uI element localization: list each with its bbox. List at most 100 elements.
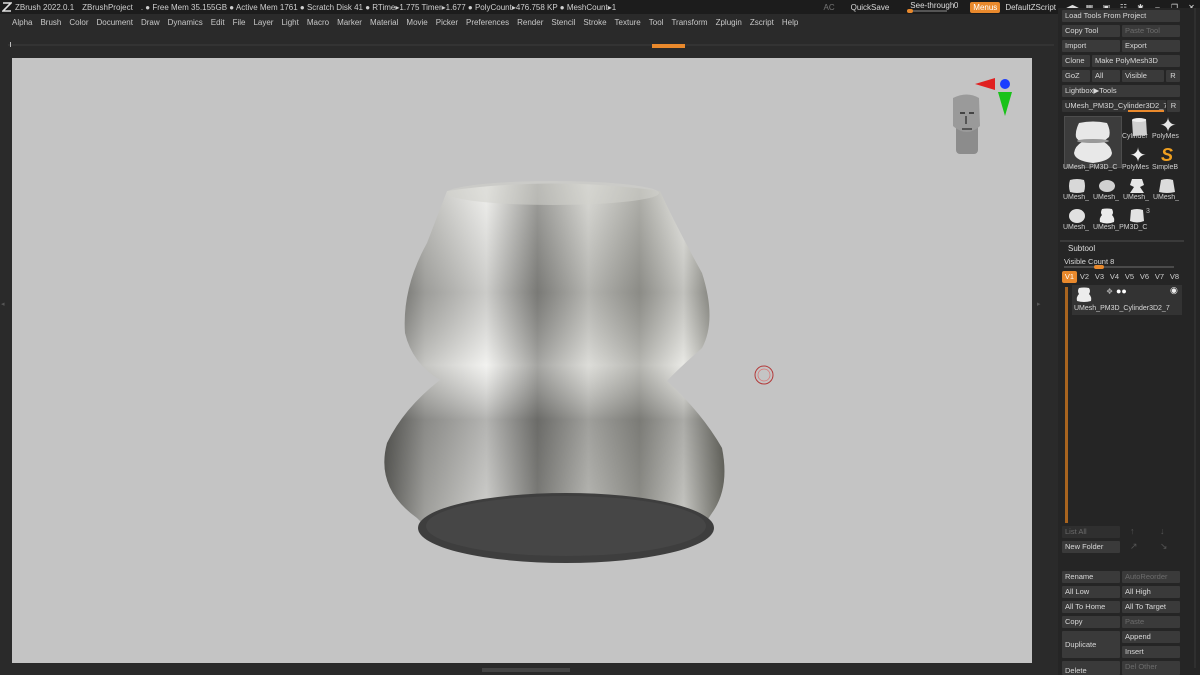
make-polymesh-button[interactable]: Make PolyMesh3D xyxy=(1092,55,1180,67)
navigation-head-icon[interactable] xyxy=(953,94,980,155)
goz-button[interactable]: GoZ xyxy=(1062,70,1090,82)
menu-texture[interactable]: Texture xyxy=(615,18,641,27)
tab-v6[interactable]: V6 xyxy=(1137,271,1152,283)
menu-zscript[interactable]: Zscript xyxy=(750,18,774,27)
shelf-highlight[interactable] xyxy=(652,44,685,48)
duplicate-button[interactable]: Duplicate xyxy=(1062,631,1120,658)
model-vase[interactable] xyxy=(384,181,725,563)
project-name[interactable]: ZBrushProject xyxy=(82,3,133,12)
menu-movie[interactable]: Movie xyxy=(406,18,427,27)
clone-button[interactable]: Clone xyxy=(1062,55,1090,67)
all-button[interactable]: All xyxy=(1092,70,1120,82)
menu-help[interactable]: Help xyxy=(782,18,798,27)
star-thumb-icon-2[interactable]: ✦ xyxy=(1126,146,1150,166)
menu-render[interactable]: Render xyxy=(517,18,543,27)
all-to-home-button[interactable]: All To Home xyxy=(1062,601,1120,613)
menu-draw[interactable]: Draw xyxy=(141,18,160,27)
right-tray-handle[interactable]: ▸ xyxy=(1037,300,1045,370)
menu-tool[interactable]: Tool xyxy=(649,18,664,27)
thumb-current-tool[interactable] xyxy=(1064,116,1122,168)
visible-button[interactable]: Visible xyxy=(1122,70,1164,82)
copy-tool-button[interactable]: Copy Tool xyxy=(1062,25,1120,37)
palette-scrollbar[interactable] xyxy=(1194,8,1196,668)
menu-stroke[interactable]: Stroke xyxy=(583,18,606,27)
simplebrush-thumb-icon[interactable]: S xyxy=(1157,145,1177,165)
axis-gizmo-icon[interactable] xyxy=(975,78,1012,116)
new-folder-button[interactable]: New Folder xyxy=(1062,541,1120,553)
delete-button[interactable]: Delete xyxy=(1062,661,1120,675)
menu-document[interactable]: Document xyxy=(97,18,133,27)
umesh-thumb-icon-a[interactable] xyxy=(1066,176,1088,196)
menu-brush[interactable]: Brush xyxy=(40,18,61,27)
insert-button[interactable]: Insert xyxy=(1122,646,1180,658)
eye-icon[interactable]: ◉ xyxy=(1170,285,1178,296)
export-button[interactable]: Export xyxy=(1122,40,1180,52)
append-button[interactable]: Append xyxy=(1122,631,1180,643)
menu-layer[interactable]: Layer xyxy=(253,18,273,27)
umesh-thumb-icon-e[interactable] xyxy=(1066,206,1088,226)
all-to-target-button[interactable]: All To Target xyxy=(1122,601,1180,613)
umesh-pm3d-thumb-icon[interactable] xyxy=(1096,206,1118,226)
tab-v8[interactable]: V8 xyxy=(1167,271,1182,283)
load-tools-button[interactable]: Load Tools From Project xyxy=(1062,10,1180,22)
lightbox-tools-button[interactable]: Lightbox▶Tools xyxy=(1062,85,1180,97)
menu-light[interactable]: Light xyxy=(281,18,298,27)
menus-button[interactable]: Menus xyxy=(970,1,1001,13)
menu-material[interactable]: Material xyxy=(370,18,398,27)
tab-v5[interactable]: V5 xyxy=(1122,271,1137,283)
visible-count-slider[interactable] xyxy=(1064,265,1174,269)
r-button[interactable]: R xyxy=(1166,70,1180,82)
tab-v3[interactable]: V3 xyxy=(1092,271,1107,283)
subtool-title[interactable]: Subtool xyxy=(1068,244,1095,253)
umesh-thumb-icon-c[interactable] xyxy=(1126,176,1148,196)
tab-v7[interactable]: V7 xyxy=(1152,271,1167,283)
menu-zplugin[interactable]: Zplugin xyxy=(716,18,742,27)
menu-edit[interactable]: Edit xyxy=(211,18,225,27)
quicksave-button[interactable]: QuickSave xyxy=(846,3,895,12)
polypaint-icon[interactable]: ●● xyxy=(1116,286,1127,296)
paste-tool-button[interactable]: Paste Tool xyxy=(1122,25,1180,37)
current-tool-r-button[interactable]: R xyxy=(1167,100,1180,112)
visible-count-knob[interactable] xyxy=(1094,265,1104,269)
ac-button[interactable]: AC xyxy=(818,3,839,12)
see-through-slider[interactable]: See-through 0 xyxy=(904,1,960,13)
document-canvas[interactable] xyxy=(12,57,1032,663)
menu-picker[interactable]: Picker xyxy=(436,18,458,27)
see-through-knob[interactable] xyxy=(907,9,914,13)
all-low-button[interactable]: All Low xyxy=(1062,586,1120,598)
umesh-thumb-icon-b[interactable] xyxy=(1096,176,1118,196)
menu-dynamics[interactable]: Dynamics xyxy=(168,18,203,27)
menu-alpha[interactable]: Alpha xyxy=(12,18,32,27)
umesh-thumb-icon-d[interactable] xyxy=(1156,176,1178,196)
see-through-track[interactable] xyxy=(907,9,948,13)
tab-v4[interactable]: V4 xyxy=(1107,271,1122,283)
rename-button[interactable]: Rename xyxy=(1062,571,1120,583)
arrow-up-icon[interactable]: ↑ xyxy=(1130,526,1135,536)
move-down-icon[interactable]: ↘ xyxy=(1160,541,1168,552)
bottom-tray-handle[interactable] xyxy=(482,668,570,672)
all-high-button[interactable]: All High xyxy=(1122,586,1180,598)
menu-preferences[interactable]: Preferences xyxy=(466,18,509,27)
autoreorder-button[interactable]: AutoReorder xyxy=(1122,571,1180,583)
move-up-icon[interactable]: ↗ xyxy=(1130,541,1138,552)
tab-v2[interactable]: V2 xyxy=(1077,271,1092,283)
umesh-thumb-icon-f[interactable] xyxy=(1126,206,1148,226)
subtool-list-scrollbar[interactable] xyxy=(1065,287,1068,523)
list-all-button[interactable]: List All xyxy=(1062,526,1120,538)
menu-stencil[interactable]: Stencil xyxy=(551,18,575,27)
subtool-list-item[interactable]: ❖ ●● ◉ UMesh_PM3D_Cylinder3D2_7 xyxy=(1072,285,1182,315)
arrow-down-icon[interactable]: ↓ xyxy=(1160,526,1165,536)
del-other-button[interactable]: Del Other xyxy=(1122,661,1180,675)
import-button[interactable]: Import xyxy=(1062,40,1120,52)
folder-icon[interactable]: ❖ xyxy=(1106,287,1113,296)
menu-file[interactable]: File xyxy=(233,18,246,27)
paste-button[interactable]: Paste xyxy=(1122,616,1180,628)
menu-color[interactable]: Color xyxy=(69,18,88,27)
menu-macro[interactable]: Macro xyxy=(307,18,329,27)
left-tray-handle[interactable]: ◂ xyxy=(1,300,9,370)
menu-marker[interactable]: Marker xyxy=(337,18,362,27)
copy-button[interactable]: Copy xyxy=(1062,616,1120,628)
menu-transform[interactable]: Transform xyxy=(671,18,707,27)
default-zscript-button[interactable]: DefaultZScript xyxy=(1003,3,1058,12)
tab-v1[interactable]: V1 xyxy=(1062,271,1077,283)
